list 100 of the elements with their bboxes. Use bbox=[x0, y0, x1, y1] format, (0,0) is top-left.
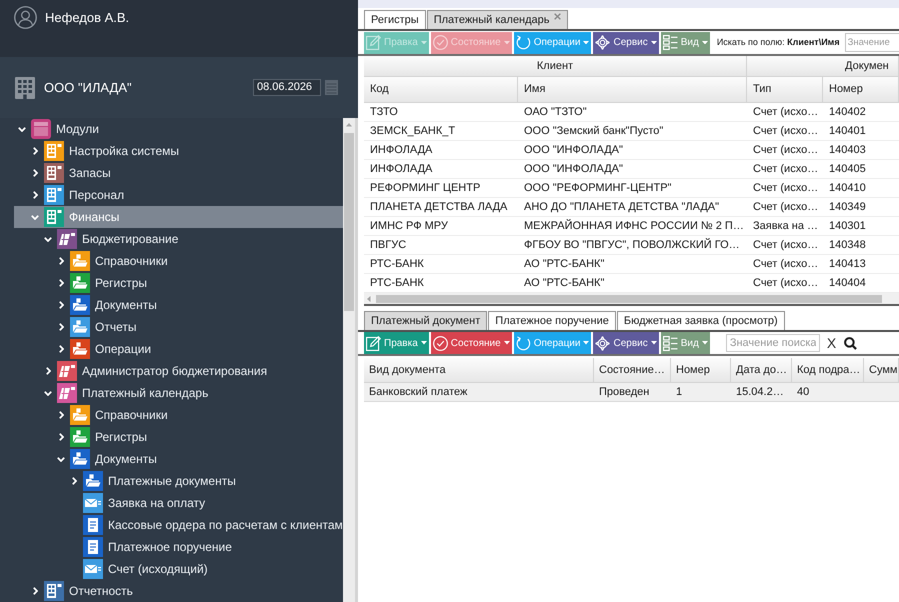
tree-item[interactable]: Счет (исходящий) bbox=[14, 558, 343, 580]
table-cell-text: АО "РТС-БАНК" bbox=[523, 256, 606, 272]
table-cell-text: 140413 bbox=[828, 256, 867, 272]
tab[interactable]: Платежный календарь bbox=[426, 10, 568, 29]
tree-item[interactable]: Запасы bbox=[14, 162, 343, 184]
tree-item[interactable]: Платежные документы bbox=[14, 470, 343, 492]
chevron-right-icon[interactable] bbox=[58, 301, 64, 309]
chevron-right-icon[interactable] bbox=[58, 433, 64, 441]
table-cell-text: Счет (исхо… bbox=[752, 124, 820, 139]
chevron-right-icon[interactable] bbox=[72, 477, 76, 485]
tree-item[interactable]: Кассовые ордера по расчетам с клиентам bbox=[14, 514, 343, 536]
horizontal-scrollbar[interactable] bbox=[364, 293, 899, 306]
chevron-down-icon[interactable] bbox=[44, 390, 52, 396]
tree-item[interactable]: Справочники bbox=[14, 404, 343, 426]
chevron-right-icon[interactable] bbox=[46, 367, 50, 375]
list-icon bbox=[662, 336, 678, 350]
tab[interactable]: Платежный документ bbox=[364, 311, 488, 330]
chevron-right-icon[interactable] bbox=[32, 191, 38, 199]
table-cell-text: 140301 bbox=[828, 218, 867, 234]
tree-item[interactable]: Настройка системы bbox=[14, 140, 343, 162]
table-row[interactable]: Банковский платеж Проведен 1 15.04.2… 40 bbox=[364, 383, 899, 402]
table-cell-text: Счет (исхо… bbox=[752, 142, 820, 158]
caret-down-icon bbox=[702, 40, 708, 44]
scrollbar-thumb[interactable] bbox=[344, 132, 354, 310]
tree-item[interactable]: Персонал bbox=[14, 184, 343, 206]
chevron-down-icon[interactable] bbox=[18, 126, 26, 132]
table-cell-text: ПВГУС bbox=[369, 238, 408, 253]
chevron-right-icon[interactable] bbox=[58, 279, 64, 287]
chevron-right-icon[interactable] bbox=[32, 169, 38, 177]
tree-item[interactable]: Платежный календарь bbox=[14, 382, 343, 404]
pencil-icon bbox=[366, 336, 381, 350]
tree-item[interactable]: Документы bbox=[14, 294, 343, 316]
table-cell-text: ФГБОУ ВО "ПВГУС", ПОВОЛЖСКИЙ ГО… bbox=[523, 237, 741, 253]
column-header[interactable]: Вид документа bbox=[364, 358, 594, 383]
chevron-down-icon[interactable] bbox=[44, 236, 52, 242]
column-header[interactable]: Номер bbox=[671, 358, 731, 383]
chevron-right-icon[interactable] bbox=[58, 345, 64, 353]
tree-item[interactable]: Документы bbox=[14, 448, 343, 470]
table-cell-text: Счет (исхо… bbox=[752, 200, 820, 215]
column-header[interactable]: Сумм bbox=[864, 358, 899, 383]
service-menu-button[interactable]: Сервис bbox=[593, 332, 659, 354]
tree-item[interactable]: Справочники bbox=[14, 250, 343, 272]
tree-item[interactable]: Регистры bbox=[14, 426, 343, 448]
chevron-right-icon[interactable] bbox=[58, 411, 64, 419]
tab[interactable]: Бюджетная заявка (просмотр) bbox=[616, 311, 785, 330]
chevron-right-icon[interactable] bbox=[58, 257, 64, 265]
tree-item[interactable]: Бюджетирование bbox=[14, 228, 343, 250]
search-field[interactable]: Значение bbox=[844, 33, 899, 52]
table-cell-text: РЕФОРМИНГ ЦЕНТР bbox=[369, 180, 482, 196]
chevron-down-icon[interactable] bbox=[57, 456, 65, 462]
user-icon[interactable] bbox=[14, 6, 37, 29]
chevron-right-icon[interactable] bbox=[32, 587, 38, 595]
settings-icon bbox=[595, 35, 610, 50]
table-cell-text: РТС-БАНК bbox=[369, 256, 425, 272]
column-header[interactable]: Код bbox=[364, 77, 518, 103]
table-cell-text: ИНФОЛАДА bbox=[369, 162, 434, 177]
tree-item[interactable]: Платежное поручение bbox=[14, 536, 343, 558]
table-cell-text: ООО "Земский банк"Пусто" bbox=[523, 124, 664, 139]
table-cell-text: Счет (исхо… bbox=[752, 238, 820, 253]
service-menu-button[interactable]: Сервис bbox=[593, 32, 659, 54]
column-header[interactable]: Имя bbox=[518, 77, 747, 103]
column-header[interactable]: Код подра… bbox=[792, 358, 864, 383]
chevron-right-icon[interactable] bbox=[32, 147, 38, 155]
date-field[interactable]: 08.06.2026 bbox=[253, 79, 321, 96]
clear-search-button[interactable]: X bbox=[826, 336, 836, 350]
tree-item[interactable]: Операции bbox=[14, 338, 343, 360]
table-cell-text: АО "РТС-БАНК" bbox=[523, 276, 606, 291]
edit-menu-button[interactable]: Правка bbox=[364, 332, 429, 354]
column-header[interactable]: Номер bbox=[823, 77, 899, 103]
tree-item[interactable]: Финансы bbox=[14, 206, 343, 228]
scrollbar-thumb[interactable] bbox=[376, 294, 882, 302]
vertical-scrollbar[interactable] bbox=[343, 118, 355, 602]
table-cell-text: ООО "ИНФОЛАДА" bbox=[523, 162, 624, 177]
rotate-arrow-icon bbox=[516, 336, 531, 350]
table-cell-text: 140401 bbox=[828, 124, 867, 139]
caret-down-icon bbox=[650, 40, 657, 44]
table-cell-text: Проведен bbox=[598, 384, 650, 400]
column-header[interactable]: Тип bbox=[747, 77, 823, 103]
tree-item[interactable]: Регистры bbox=[14, 272, 343, 294]
table-cell-text: 140349 bbox=[828, 200, 867, 215]
user-name: Нефедов А.В. bbox=[45, 8, 130, 27]
caret-down-icon bbox=[583, 341, 590, 345]
table-cell-text: Счет (исхо… bbox=[752, 162, 820, 177]
table-cell-text: ТЗТО bbox=[369, 104, 399, 120]
table-cell-text: АНО ДО "ПЛАНЕТА ДЕТСТВА "ЛАДА" bbox=[523, 200, 720, 215]
column-header[interactable]: Дата до… bbox=[731, 358, 792, 383]
tree-item[interactable]: Модули bbox=[14, 118, 343, 140]
tree-item[interactable]: Отчетность bbox=[14, 580, 343, 602]
tree-item[interactable]: Заявка на оплату bbox=[14, 492, 343, 514]
tab[interactable]: Платежное поручение bbox=[488, 311, 616, 330]
check-circle-icon bbox=[432, 336, 448, 350]
status-menu-button[interactable]: Состояние bbox=[430, 332, 512, 354]
tab[interactable]: Регистры bbox=[364, 10, 426, 29]
chevron-right-icon[interactable] bbox=[58, 323, 64, 331]
tree-item[interactable]: Отчеты bbox=[14, 316, 343, 338]
column-header[interactable]: Состояние… bbox=[594, 358, 671, 383]
caret-down-icon bbox=[702, 341, 708, 345]
search-icon[interactable] bbox=[844, 336, 858, 350]
table-cell-text: Счет (исхо… bbox=[752, 276, 820, 291]
tree-item[interactable]: Администратор бюджетирования bbox=[14, 360, 343, 382]
